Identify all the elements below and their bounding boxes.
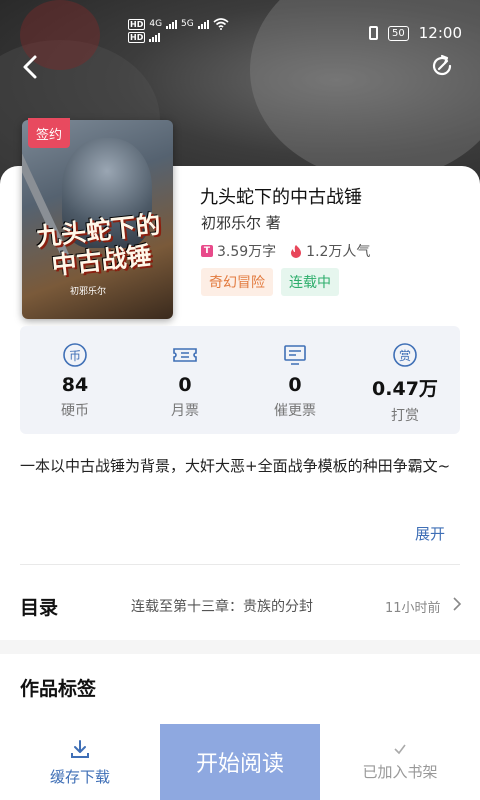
share-icon — [432, 54, 452, 76]
vibrate-icon — [369, 26, 379, 40]
back-button[interactable] — [14, 50, 48, 84]
network-type: 4G — [149, 19, 163, 29]
stat-coins[interactable]: 币 84 硬币 — [20, 326, 130, 434]
book-author[interactable]: 初邪乐尔 著 — [201, 212, 281, 233]
stat-label: 打赏 — [391, 408, 419, 424]
word-count-icon: T — [201, 245, 213, 257]
word-count: 3.59万字 — [217, 244, 277, 260]
book-title: 九头蛇下的中古战锤 — [200, 187, 362, 208]
section-gap — [0, 640, 480, 654]
stats-panel: 币 84 硬币 0 月票 0 催更票 赏 0.47万 打赏 — [20, 326, 460, 434]
back-arrow-icon — [23, 55, 37, 79]
stat-monthly-ticket[interactable]: 0 月票 — [130, 326, 240, 434]
stat-value: 84 — [61, 374, 89, 396]
status-bar: HD 4G 5G HD 50 12:00 — [0, 0, 480, 62]
battery-icon: 50 — [388, 25, 409, 41]
book-meta: T 3.59万字 1.2万人气 — [201, 241, 370, 261]
stat-update-request[interactable]: 0 催更票 — [240, 326, 350, 434]
stat-label: 月票 — [171, 403, 199, 419]
stat-value: 0 — [178, 374, 192, 396]
fire-icon — [291, 245, 302, 258]
reward-icon: 赏 — [393, 343, 417, 367]
signal-icon — [166, 19, 178, 29]
genre-tag[interactable]: 奇幻冒险 — [201, 268, 273, 296]
book-cover[interactable]: 九头蛇下的中古战锤 初邪乐尔 — [22, 120, 173, 319]
added-to-shelf-button[interactable]: 已加入书架 — [320, 724, 480, 800]
network-type: 5G — [181, 19, 194, 29]
shelf-label: 已加入书架 — [362, 762, 438, 781]
author-suffix: 著 — [265, 214, 281, 232]
update-request-icon — [284, 345, 306, 365]
stat-value: 0.47万 — [372, 378, 438, 400]
latest-chapter: 连载至第十三章：贵族的分封 — [131, 599, 313, 615]
stat-value: 0 — [288, 374, 302, 396]
bottom-action-bar: 缓存下载 开始阅读 已加入书架 — [0, 724, 480, 800]
svg-text:赏: 赏 — [399, 349, 411, 363]
book-description: 一本以中古战锤为背景，大奸大恶+全面战争模板的种田争霸文~ — [20, 457, 451, 475]
coin-icon: 币 — [63, 343, 87, 367]
signal-icon — [149, 33, 161, 42]
toc-row[interactable]: 目录 连载至第十三章：贵族的分封 11小时前 — [0, 565, 480, 643]
signal-icon — [197, 19, 209, 29]
clock: 12:00 — [418, 24, 462, 42]
wifi-icon — [213, 18, 229, 30]
hd-badge: HD — [128, 18, 146, 30]
check-icon — [394, 744, 406, 754]
toc-title: 目录 — [20, 597, 59, 619]
ticket-icon — [173, 348, 197, 362]
download-button[interactable]: 缓存下载 — [0, 724, 160, 800]
svg-text:币: 币 — [69, 349, 81, 363]
share-button[interactable] — [428, 52, 456, 80]
stat-label: 硬币 — [61, 403, 89, 419]
update-time: 11小时前 — [385, 601, 441, 616]
stat-label: 催更票 — [274, 403, 316, 419]
chevron-right-icon — [453, 597, 462, 611]
hd-badge: HD — [128, 32, 146, 43]
book-tags: 奇幻冒险 连载中 — [201, 268, 339, 296]
work-tags-heading: 作品标签 — [20, 678, 97, 700]
start-reading-button[interactable]: 开始阅读 — [160, 724, 320, 800]
author-name: 初邪乐尔 — [201, 214, 262, 232]
status-tag: 连载中 — [281, 268, 339, 296]
sign-badge: 签约 — [28, 118, 70, 148]
expand-button[interactable]: 展开 — [415, 523, 445, 544]
popularity: 1.2万人气 — [306, 244, 371, 260]
stat-reward[interactable]: 赏 0.47万 打赏 — [350, 326, 460, 434]
cover-author: 初邪乐尔 — [70, 287, 107, 297]
download-label: 缓存下载 — [49, 767, 110, 786]
download-icon — [71, 739, 89, 758]
